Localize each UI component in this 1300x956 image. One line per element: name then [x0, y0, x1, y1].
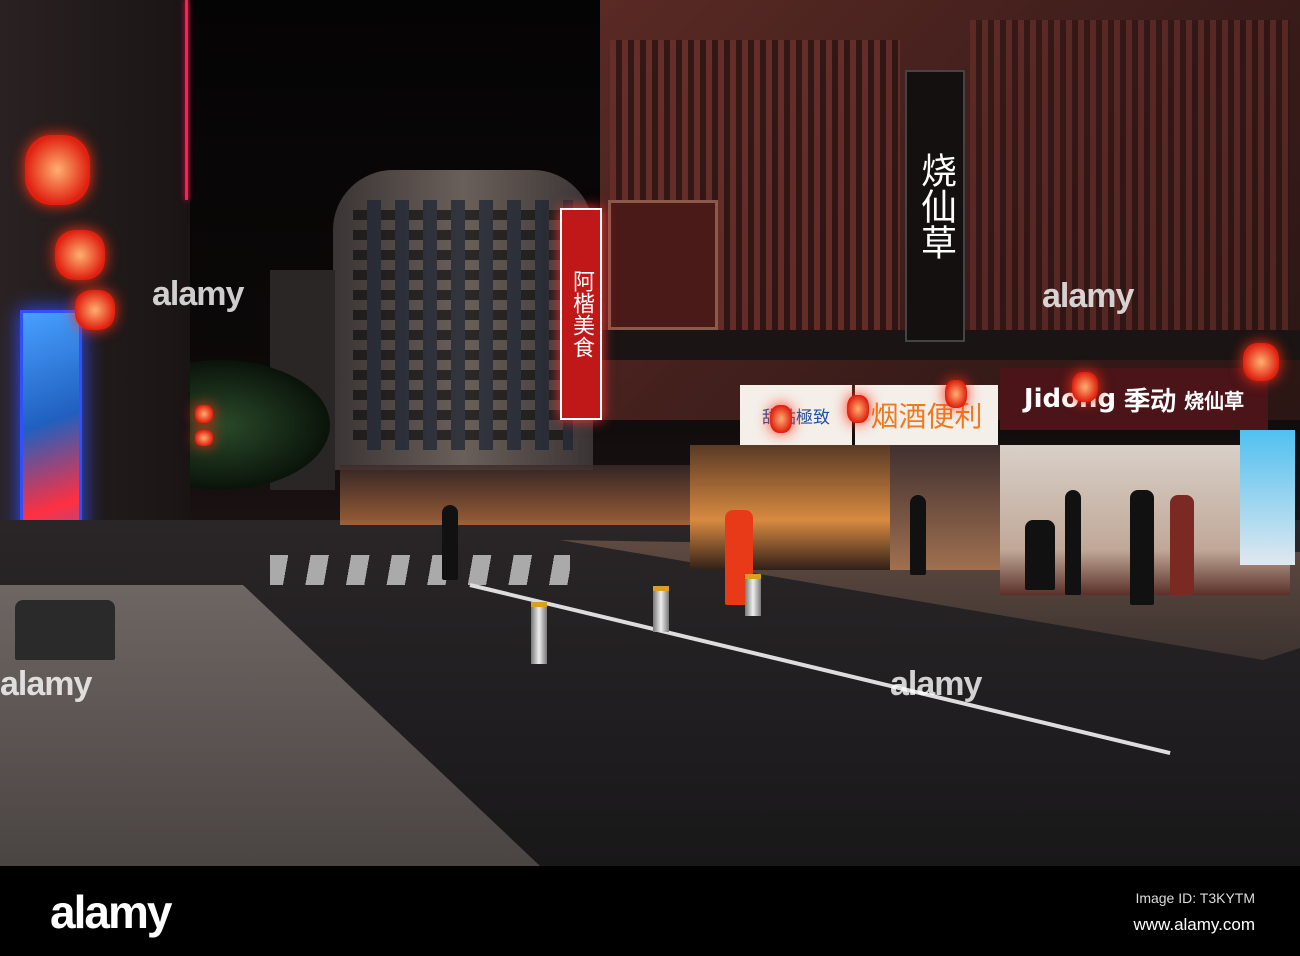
footer-bar [0, 866, 1300, 956]
lantern [770, 405, 792, 433]
bollard [745, 574, 761, 616]
convenience-storefront [890, 445, 1000, 570]
seated-person [15, 600, 115, 660]
watermark: alamy [1042, 277, 1134, 315]
jidong-latin: Jidong [1023, 384, 1117, 414]
crosswalk [270, 555, 570, 585]
neon-strip [185, 0, 188, 200]
night-street-photo: 阿楷美食 烧仙草 甜點極致 烟酒便利 Jidong 季动 烧仙草 alamy a… [0, 0, 1300, 866]
convenience-store-sign: 烟酒便利 [855, 385, 998, 445]
grass-jelly-sign: 烧仙草 [905, 70, 965, 342]
jidong-product: 烧仙草 [1184, 388, 1245, 413]
dessert-shop-sign: 甜點極致 [740, 385, 852, 445]
lantern [1243, 343, 1279, 381]
poster-lightbox [1240, 430, 1295, 565]
customer [1065, 490, 1081, 595]
lantern [1072, 372, 1098, 402]
jidong-cn: 季动 [1124, 386, 1177, 417]
watermark: alamy [890, 665, 982, 703]
storefront [690, 445, 890, 570]
jidong-sign: Jidong 季动 烧仙草 [1000, 368, 1268, 430]
building-windows [353, 200, 573, 450]
lantern [945, 380, 967, 408]
distant-shops [340, 465, 690, 525]
seated-person [1025, 520, 1055, 590]
watermark: alamy [0, 665, 92, 703]
lantern [847, 395, 869, 423]
customer [1130, 490, 1154, 605]
site-url: www.alamy.com [1133, 915, 1255, 934]
bollard [531, 602, 547, 664]
lantern [25, 135, 90, 205]
lantern [195, 405, 213, 423]
restaurant-sign: 阿楷美食 [560, 208, 602, 420]
bollard [653, 586, 669, 632]
lantern [75, 290, 115, 330]
alamy-logo: alamy [50, 886, 172, 938]
pedestrian [910, 495, 926, 575]
pedestrian [442, 505, 458, 580]
image-id: Image ID: T3KYTM [1135, 890, 1255, 906]
lantern [55, 230, 105, 280]
customer [1170, 495, 1194, 595]
curved-building [333, 170, 593, 470]
watermark: alamy [152, 275, 244, 313]
lantern [195, 430, 213, 446]
lattice-window [608, 200, 718, 330]
